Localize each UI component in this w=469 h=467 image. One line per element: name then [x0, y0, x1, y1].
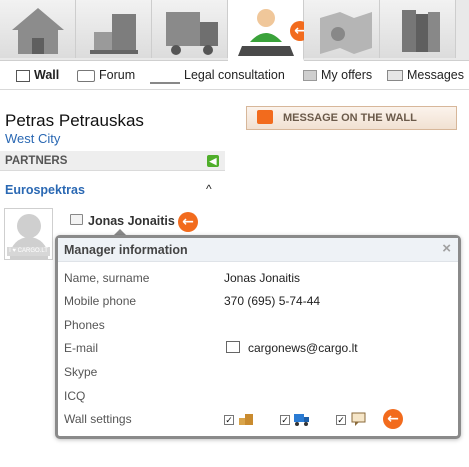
top-tab-bar: ← — [0, 0, 469, 61]
manager-user-icon — [238, 9, 294, 56]
partner-company[interactable]: Eurospektras — [5, 183, 85, 197]
sub-navigation: Wall Forum Legal consultation My offers … — [0, 61, 469, 90]
boxes-icon — [90, 14, 138, 54]
tab-cargo[interactable] — [76, 0, 152, 58]
wall-setting-truck-checkbox[interactable]: ✓ — [280, 415, 290, 425]
map-icon — [320, 12, 372, 54]
profile-name: Petras Petrauskas — [5, 111, 144, 130]
label-name: Name, surname — [64, 271, 150, 285]
cargo-boxes-icon — [239, 414, 253, 425]
label-wall-settings: Wall settings — [64, 412, 132, 426]
label-skype: Skype — [64, 365, 98, 379]
chevron-up-icon[interactable]: ^ — [206, 182, 212, 196]
truck-icon — [166, 12, 218, 55]
arrow-left-icon: ← — [178, 212, 198, 232]
tab-transport[interactable] — [152, 0, 228, 58]
nav-forum[interactable]: Forum — [77, 61, 135, 89]
partners-header: PARTNERS ◀ — [0, 151, 225, 171]
wall-setting-cargo-checkbox[interactable]: ✓ — [224, 415, 234, 425]
house-icon — [12, 8, 64, 54]
tab-map[interactable] — [304, 0, 380, 58]
message-icon — [257, 110, 273, 124]
cargo-logo: I ♥ CARGO.LT — [7, 247, 50, 256]
manager-info-popup: Manager information × Name, surname Jona… — [55, 235, 461, 439]
nav-wall[interactable]: Wall — [16, 61, 59, 89]
contact-name[interactable]: Jonas Jonaitis — [88, 214, 175, 228]
speech-bubble-icon — [351, 412, 366, 426]
tab-home[interactable] — [0, 0, 76, 58]
label-phones: Phones — [64, 318, 105, 332]
collapse-green-icon[interactable]: ◀ — [207, 155, 219, 167]
arrow-left-icon: ← — [383, 409, 403, 429]
profile-city[interactable]: West City — [5, 131, 60, 146]
value-mobile: 370 (695) 5-74-44 — [224, 294, 321, 308]
avatar: I ♥ CARGO.LT — [4, 208, 53, 260]
business-card-icon — [70, 214, 83, 225]
envelope-icon — [387, 70, 403, 82]
email-icon — [226, 341, 240, 353]
wall-icon — [16, 69, 30, 82]
scales-icon — [150, 68, 180, 84]
close-icon[interactable]: × — [442, 238, 451, 260]
tab-catalog[interactable] — [380, 0, 456, 58]
label-mobile: Mobile phone — [64, 294, 137, 308]
value-name: Jonas Jonaitis — [224, 271, 301, 285]
popup-title: Manager information × — [58, 238, 458, 262]
nav-my-offers[interactable]: My offers — [303, 61, 372, 89]
nav-legal-consultation[interactable]: Legal consultation — [150, 61, 285, 89]
label-icq: ICQ — [64, 389, 86, 403]
wall-setting-messages-checkbox[interactable]: ✓ — [336, 415, 346, 425]
books-icon — [402, 10, 440, 52]
truck-icon — [294, 414, 309, 426]
message-on-wall-button[interactable]: MESSAGE ON THE WALL — [246, 106, 457, 130]
label-email: E-mail — [64, 341, 99, 355]
folder-icon — [303, 70, 317, 82]
nav-messages[interactable]: Messages — [387, 61, 464, 89]
value-email[interactable]: cargonews@cargo.lt — [248, 341, 358, 355]
forum-icon — [77, 69, 95, 82]
